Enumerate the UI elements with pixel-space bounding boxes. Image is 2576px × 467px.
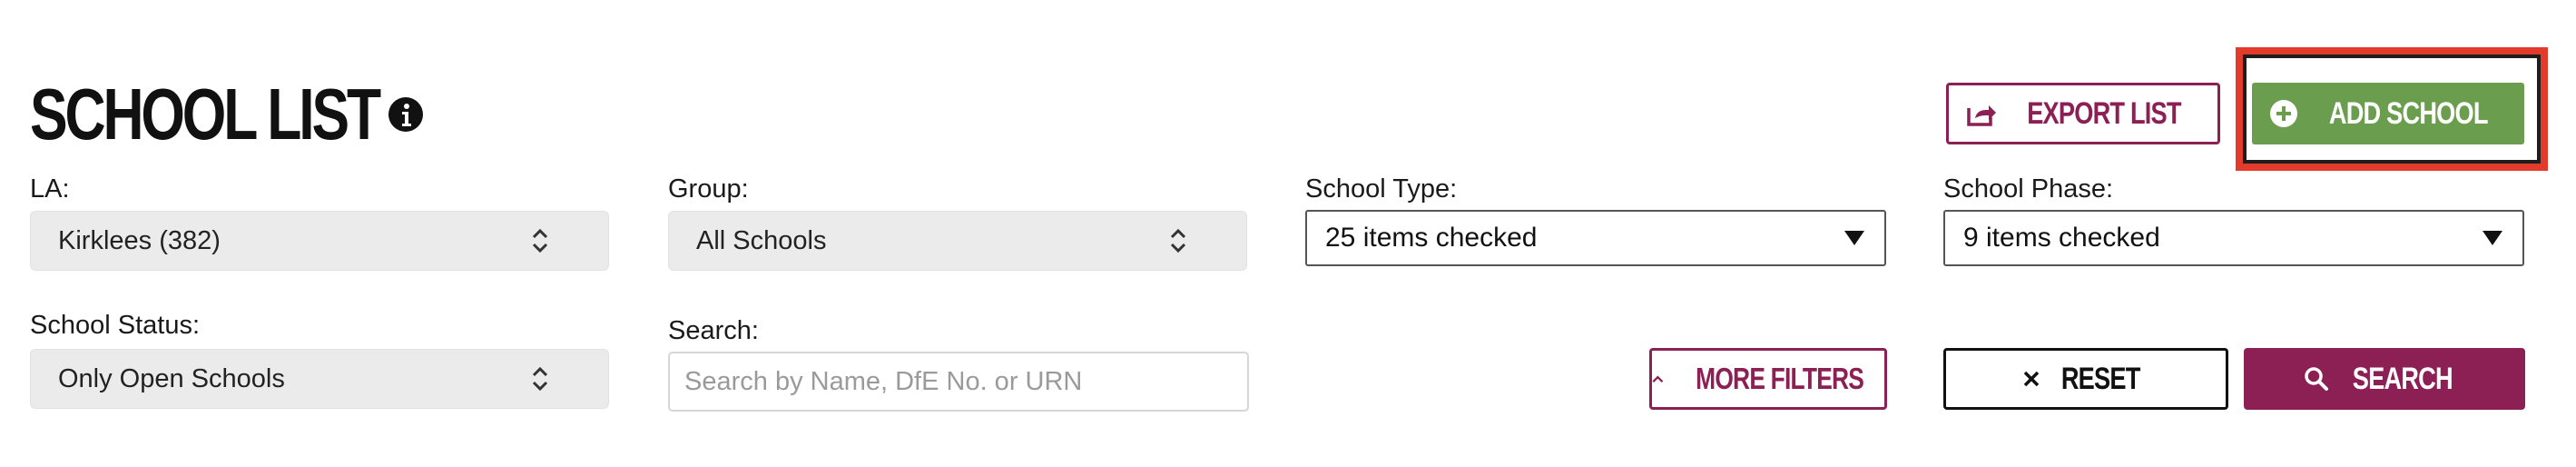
export-list-button[interactable]: EXPORT LIST — [1946, 83, 2220, 144]
chevron-up-icon — [1652, 375, 1664, 383]
group-label: Group: — [668, 174, 749, 204]
export-icon — [1967, 105, 1997, 126]
school-type-value: 25 items checked — [1325, 223, 1538, 253]
school-status-value: Only Open Schools — [58, 363, 285, 393]
school-phase-value: 9 items checked — [1963, 223, 2160, 253]
la-select-value: Kirklees (382) — [58, 225, 221, 255]
group-select-value: All Schools — [696, 225, 827, 255]
school-phase-dropdown[interactable]: 9 items checked — [1943, 210, 2524, 266]
group-select[interactable]: All Schools — [668, 211, 1247, 271]
caret-down-icon — [1844, 231, 1864, 245]
page-title: SCHOOL LIST — [30, 74, 381, 154]
la-label: LA: — [30, 174, 70, 204]
reset-label: RESET — [2060, 361, 2140, 396]
school-phase-label: School Phase: — [1943, 174, 2114, 204]
more-filters-button[interactable]: MORE FILTERS — [1649, 348, 1887, 410]
more-filters-label: MORE FILTERS — [1695, 362, 1864, 395]
search-label: Search: — [668, 316, 759, 345]
search-button[interactable]: SEARCH — [2244, 348, 2525, 410]
search-input[interactable] — [668, 352, 1249, 412]
add-school-label: ADD SCHOOL — [2328, 95, 2489, 131]
school-status-select[interactable]: Only Open Schools — [30, 349, 609, 409]
chevron-up-down-icon — [1170, 228, 1186, 253]
chevron-up-down-icon — [532, 228, 548, 253]
export-list-label: EXPORT LIST — [2027, 95, 2181, 131]
chevron-up-down-icon — [532, 366, 548, 392]
page-header: SCHOOL LIST — [30, 74, 424, 154]
caret-down-icon — [2483, 231, 2502, 245]
info-icon[interactable] — [388, 96, 424, 133]
school-type-label: School Type: — [1305, 174, 1458, 204]
la-select[interactable]: Kirklees (382) — [30, 211, 609, 271]
reset-button[interactable]: RESET — [1943, 348, 2228, 410]
search-button-label: SEARCH — [2352, 361, 2453, 396]
school-type-dropdown[interactable]: 25 items checked — [1305, 210, 1886, 266]
school-status-label: School Status: — [30, 311, 200, 340]
close-icon — [2023, 371, 2040, 387]
add-school-button[interactable]: ADD SCHOOL — [2252, 83, 2524, 144]
search-icon — [2305, 367, 2329, 391]
plus-circle-icon — [2269, 100, 2297, 127]
